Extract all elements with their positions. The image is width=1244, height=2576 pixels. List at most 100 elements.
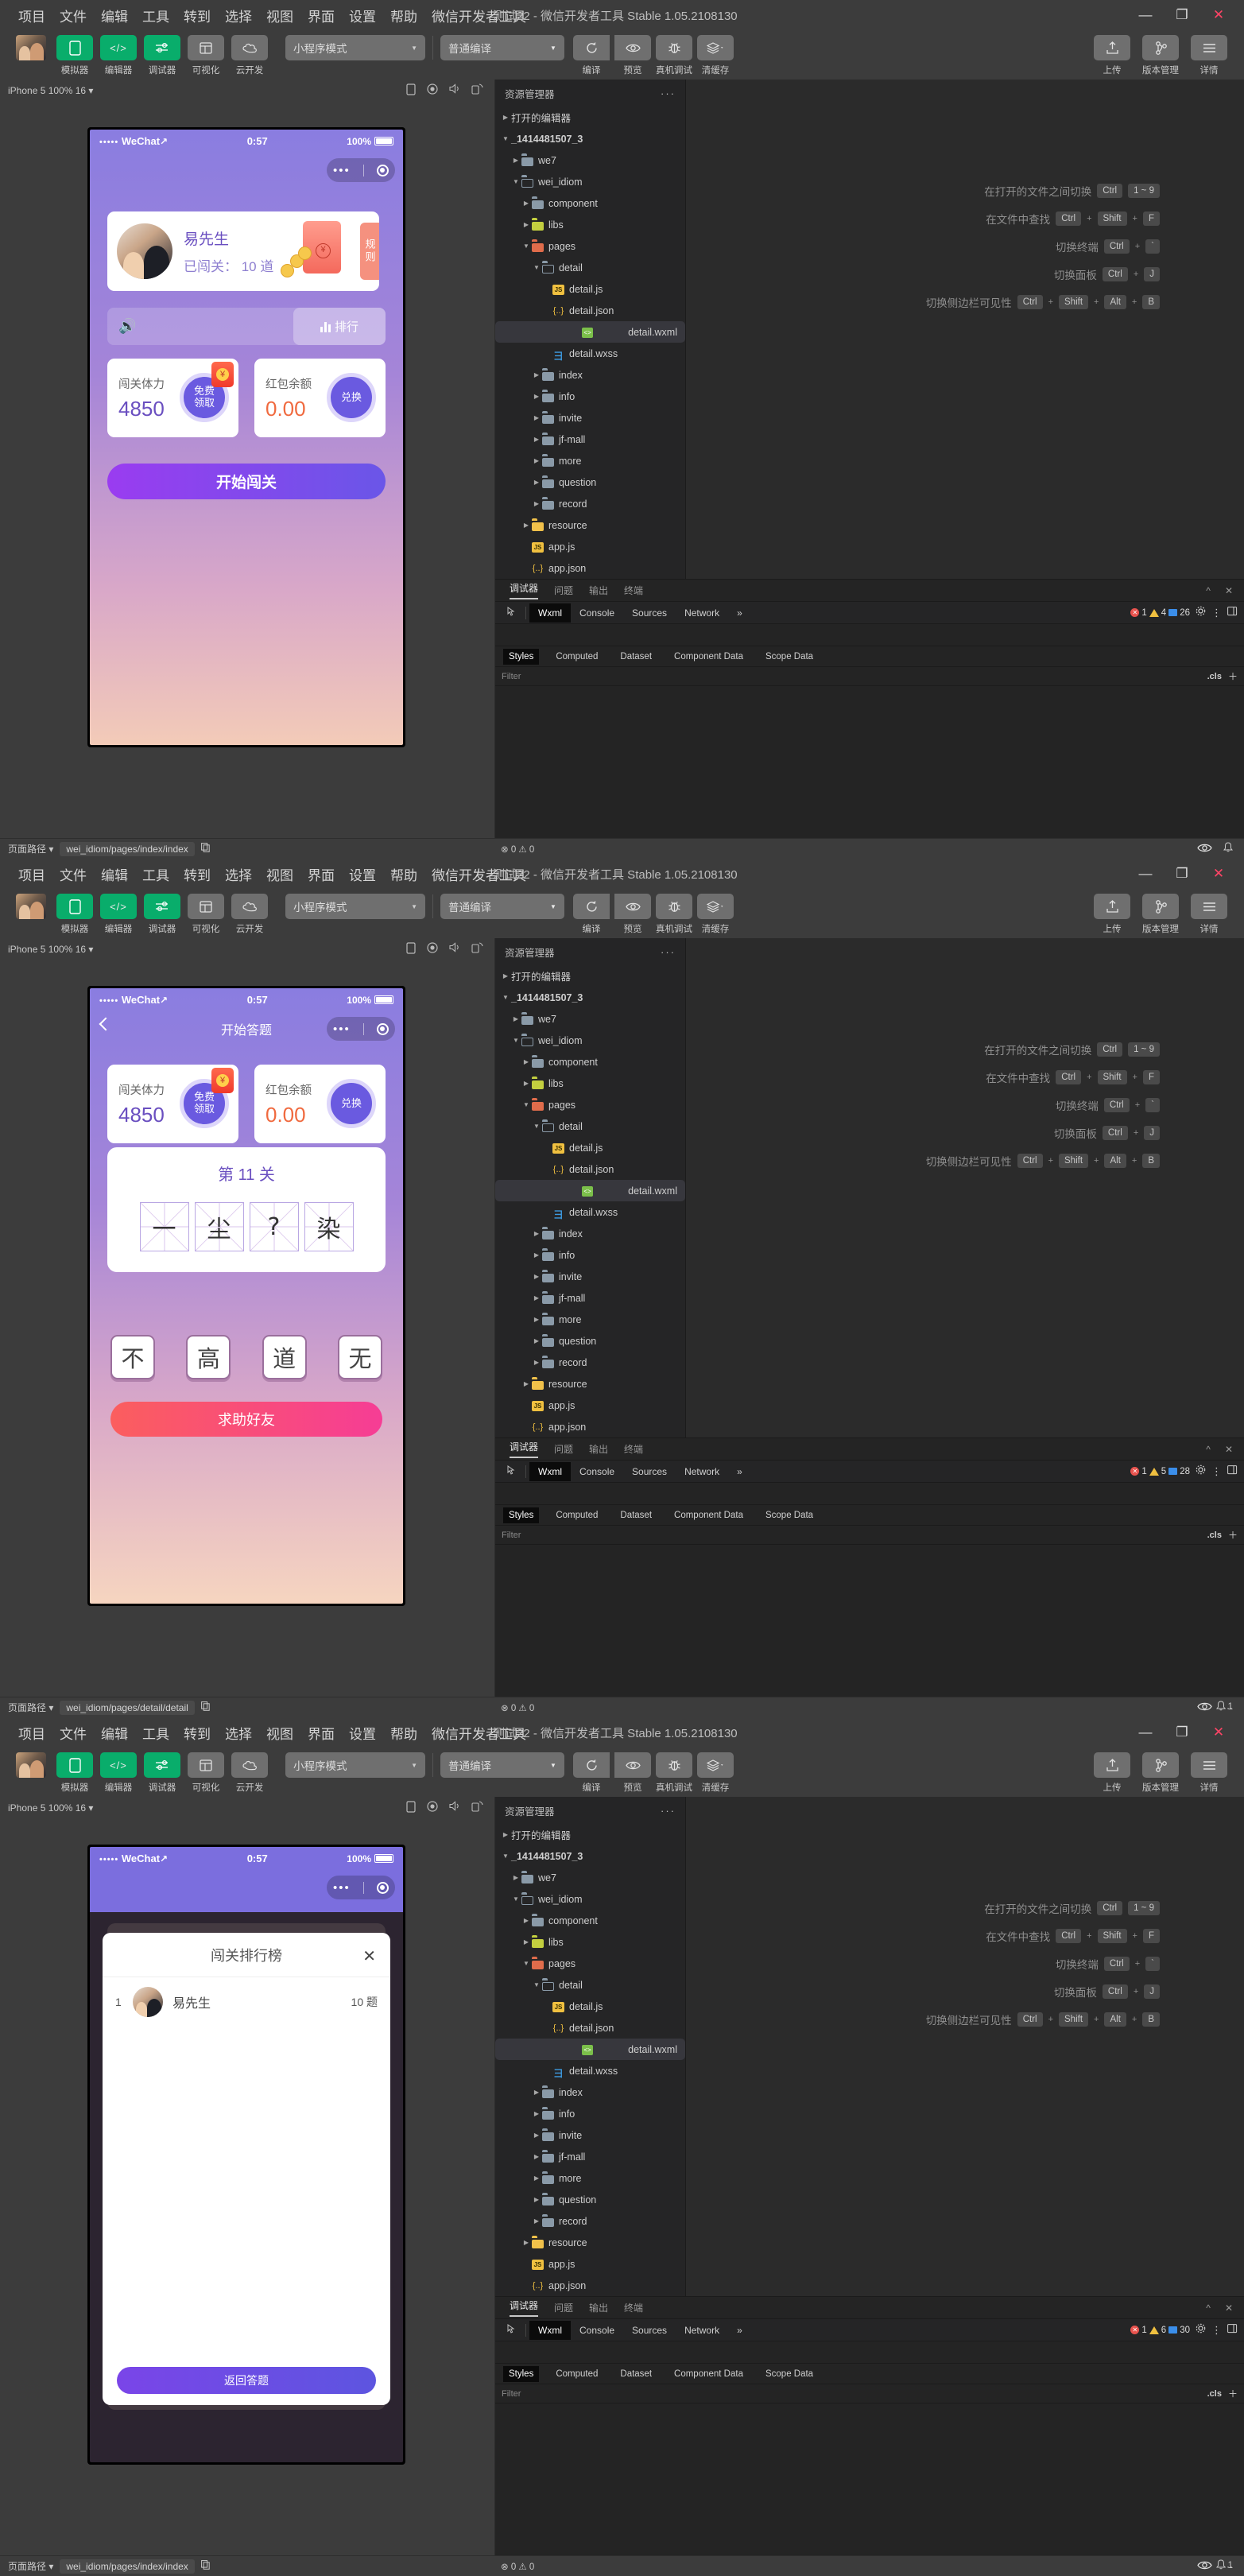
mode-select[interactable]: 小程序模式▼ — [285, 35, 425, 60]
eye-icon[interactable] — [614, 1752, 651, 1778]
devtools-tab-Wxml[interactable]: Wxml — [529, 603, 571, 623]
style-tab-Computed[interactable]: Computed — [550, 2366, 603, 2382]
action-真机调试[interactable]: 真机调试 — [653, 894, 695, 935]
notification-bell[interactable]: 1 — [1216, 2559, 1233, 2572]
tree-item[interactable]: ▶libs — [495, 1931, 685, 1953]
tree-item[interactable]: {..}detail.json — [495, 300, 685, 321]
tree-item[interactable]: ▼pages — [495, 1953, 685, 1974]
close-button[interactable]: ✕ — [1201, 2, 1236, 29]
layers-icon[interactable] — [697, 35, 734, 60]
collapse-button[interactable]: ^ — [1206, 585, 1211, 596]
menu-item-2[interactable]: 编辑 — [94, 1721, 135, 1744]
devtools-overflow[interactable]: » — [728, 2321, 751, 2340]
back-to-quiz-button[interactable]: 返回答题 — [117, 2367, 376, 2394]
chevron-down-icon[interactable]: ▼ — [542, 894, 564, 919]
style-tab-Scope-Data[interactable]: Scope Data — [760, 649, 819, 665]
minimize-button[interactable]: — — [1128, 860, 1163, 887]
avatar-wrap[interactable] — [13, 894, 49, 935]
panel-tab-问题[interactable]: 问题 — [554, 2301, 573, 2314]
tree-item[interactable]: ▶record — [495, 1352, 685, 1373]
code-icon[interactable]: </> — [100, 35, 137, 60]
upload-icon[interactable] — [1094, 1752, 1130, 1778]
record-icon[interactable] — [427, 1801, 438, 1815]
open-editors-row[interactable]: ▶打开的编辑器 — [495, 965, 685, 987]
close-button[interactable]: ✕ — [1225, 1444, 1233, 1455]
tree-item[interactable]: ▶we7 — [495, 1008, 685, 1030]
style-tab-Dataset[interactable]: Dataset — [614, 649, 657, 665]
devtools-tab-Network[interactable]: Network — [676, 603, 728, 623]
toolbar-right-上传[interactable]: 上传 — [1091, 35, 1133, 76]
action-编译[interactable]: 编译 — [571, 35, 612, 76]
devtools-overflow[interactable]: » — [728, 1462, 751, 1481]
toolbar-right-上传[interactable]: 上传 — [1091, 1752, 1133, 1794]
menu-item-3[interactable]: 工具 — [135, 863, 176, 886]
tree-item[interactable]: <>detail.wxml — [495, 321, 685, 343]
device-label[interactable]: iPhone 5 100% 16 ▾ — [8, 1802, 93, 1814]
collapse-button[interactable]: ^ — [1206, 2302, 1211, 2314]
bug-icon[interactable] — [656, 35, 692, 60]
square-icon[interactable] — [406, 942, 416, 956]
collapse-button[interactable]: ^ — [1206, 1444, 1211, 1455]
menu-item-1[interactable]: 文件 — [52, 863, 94, 886]
devtools-tab-Console[interactable]: Console — [571, 603, 623, 623]
tree-item[interactable]: ▶invite — [495, 2124, 685, 2146]
menu-item-8[interactable]: 设置 — [342, 863, 383, 886]
tree-item[interactable]: JSdetail.js — [495, 1137, 685, 1158]
tree-item[interactable]: ▶info — [495, 386, 685, 407]
tree-item[interactable]: JSdetail.js — [495, 1996, 685, 2017]
square-icon[interactable] — [406, 1801, 416, 1815]
menu-icon[interactable] — [1191, 894, 1227, 919]
more-icon[interactable]: ··· — [661, 1805, 676, 1817]
cls-button[interactable]: .cls — [1207, 2389, 1222, 2399]
toolbar-right-版本管理[interactable]: 版本管理 — [1140, 894, 1181, 935]
style-tab-Styles[interactable]: Styles — [503, 649, 539, 665]
eye-icon[interactable] — [614, 35, 651, 60]
close-button[interactable]: ✕ — [1225, 585, 1233, 596]
tree-item[interactable]: JSapp.js — [495, 2253, 685, 2275]
layout-icon[interactable] — [188, 35, 224, 60]
style-tab-Component-Data[interactable]: Component Data — [669, 2366, 749, 2382]
tree-item[interactable]: <>detail.wxml — [495, 2039, 685, 2060]
add-style-button[interactable]: ＋ — [1228, 2387, 1238, 2400]
tree-item[interactable]: ▶info — [495, 1244, 685, 1266]
style-tab-Scope-Data[interactable]: Scope Data — [760, 1507, 819, 1523]
compile-select-wrap[interactable]: 普通编译 — [440, 1752, 542, 1781]
sound-icon[interactable] — [449, 942, 460, 956]
toolbar-right-详情[interactable]: 详情 — [1188, 35, 1230, 76]
toolbar-item-云开发[interactable]: 云开发 — [231, 35, 268, 76]
cls-button[interactable]: .cls — [1207, 672, 1222, 681]
layers-icon[interactable] — [697, 1752, 734, 1778]
panel-tab-终端[interactable]: 终端 — [624, 2301, 643, 2314]
dock-icon[interactable] — [1227, 2323, 1238, 2337]
panel-tab-调试器[interactable]: 调试器 — [510, 581, 538, 599]
menu-item-2[interactable]: 编辑 — [94, 863, 135, 886]
toolbar-item-编辑器[interactable]: </>编辑器 — [100, 35, 137, 76]
tree-item[interactable]: ▶resource — [495, 514, 685, 536]
toolbar-right-详情[interactable]: 详情 — [1188, 894, 1230, 935]
project-row[interactable]: ▼_1414481507_3 — [495, 128, 685, 149]
action-预览[interactable]: 预览 — [612, 35, 653, 76]
kebab-icon[interactable]: ⋮ — [1211, 606, 1222, 620]
copy-icon[interactable] — [201, 2560, 210, 2572]
branch-icon[interactable] — [1142, 894, 1179, 919]
tree-item[interactable]: 彐detail.wxss — [495, 2060, 685, 2081]
menu-item-5[interactable]: 选择 — [218, 1721, 259, 1744]
notification-bell[interactable]: 1 — [1216, 1701, 1233, 1713]
mode-select[interactable]: 小程序模式▼ — [285, 1752, 425, 1778]
dock-icon[interactable] — [1227, 1465, 1238, 1479]
tree-item[interactable]: ▶libs — [495, 1073, 685, 1094]
eye-icon[interactable] — [1197, 843, 1212, 855]
style-tab-Component-Data[interactable]: Component Data — [669, 649, 749, 665]
panel-tab-终端[interactable]: 终端 — [624, 584, 643, 597]
tree-item[interactable]: ▶info — [495, 2103, 685, 2124]
avatar[interactable] — [16, 894, 46, 919]
copy-icon[interactable] — [201, 843, 210, 855]
menu-item-4[interactable]: 转到 — [176, 863, 218, 886]
menu-item-3[interactable]: 工具 — [135, 4, 176, 27]
cloud-icon[interactable] — [231, 894, 268, 919]
rank-button[interactable]: 排行 — [293, 308, 386, 345]
tree-item[interactable]: {..}app.json — [495, 2275, 685, 2296]
devtools-tab-Sources[interactable]: Sources — [623, 603, 676, 623]
layout-icon[interactable] — [188, 1752, 224, 1778]
style-tab-Dataset[interactable]: Dataset — [614, 1507, 657, 1523]
